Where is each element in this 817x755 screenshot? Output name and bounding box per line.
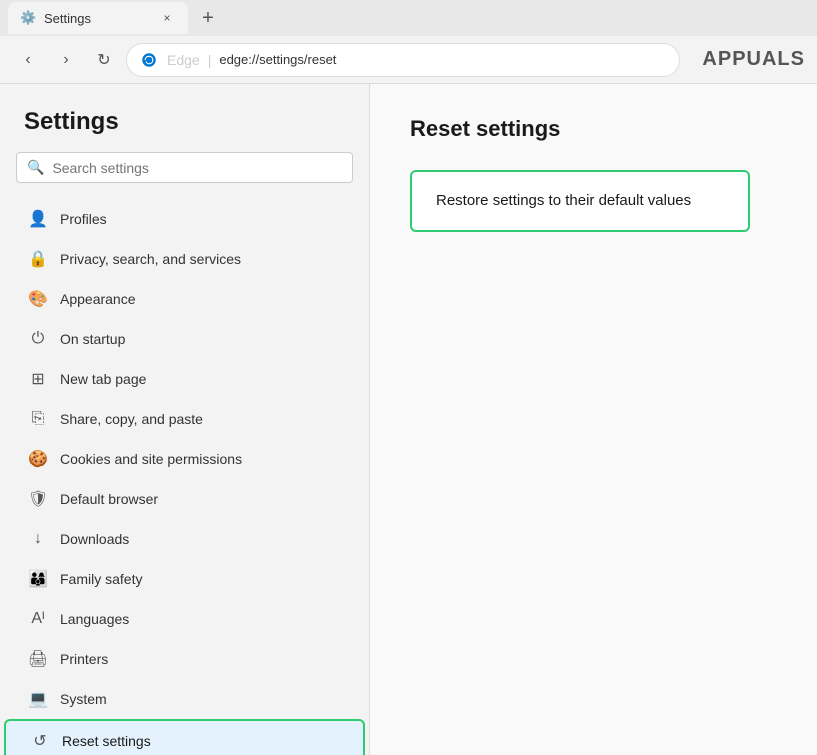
- sidebar-label-reset: Reset settings: [62, 733, 151, 749]
- share-icon: ⎘: [28, 409, 48, 429]
- address-text: edge://settings/reset: [219, 52, 667, 67]
- content-area: Settings 🔍 👤 Profiles 🔒 Privacy, search, an…: [0, 84, 817, 755]
- active-tab[interactable]: ⚙️ Settings ×: [8, 2, 188, 34]
- sidebar-label-system: System: [60, 691, 107, 707]
- sidebar-label-browser: Default browser: [60, 491, 158, 507]
- main-panel: Reset settings Restore settings to their…: [370, 84, 817, 755]
- languages-icon: Aᴵ: [28, 609, 48, 629]
- sidebar-item-cookies[interactable]: 🍪 Cookies and site permissions: [4, 439, 365, 479]
- back-button[interactable]: ‹: [12, 44, 44, 76]
- reset-icon: ↺: [30, 731, 50, 751]
- sidebar: Settings 🔍 👤 Profiles 🔒 Privacy, search, an…: [0, 84, 370, 755]
- tab-bar: ⚙️ Settings × +: [0, 0, 817, 36]
- sidebar-item-appearance[interactable]: 🎨 Appearance: [4, 279, 365, 319]
- nav-bar: ‹ › ↻ Edge | edge://settings/reset APPUA…: [0, 36, 817, 84]
- sidebar-item-printers[interactable]: 🖨 Printers: [4, 639, 365, 679]
- sidebar-item-newtab[interactable]: ⊞ New tab page: [4, 359, 365, 399]
- sidebar-label-startup: On startup: [60, 331, 125, 347]
- family-icon: 👨‍👩‍👦: [28, 569, 48, 589]
- search-icon: 🔍: [27, 159, 44, 176]
- sidebar-item-share[interactable]: ⎘ Share, copy, and paste: [4, 399, 365, 439]
- new-tab-button[interactable]: +: [192, 2, 224, 34]
- sidebar-label-languages: Languages: [60, 611, 129, 627]
- nav-right-icons: APPUALS: [694, 48, 805, 71]
- nav-items-list: 👤 Profiles 🔒 Privacy, search, and services 🎨…: [0, 199, 369, 755]
- system-icon: 💻: [28, 689, 48, 709]
- sidebar-item-family[interactable]: 👨‍👩‍👦 Family safety: [4, 559, 365, 599]
- sidebar-label-share: Share, copy, and paste: [60, 411, 203, 427]
- sidebar-label-cookies: Cookies and site permissions: [60, 451, 242, 467]
- edge-logo-icon: [139, 50, 159, 70]
- sidebar-item-languages[interactable]: Aᴵ Languages: [4, 599, 365, 639]
- sidebar-item-reset[interactable]: ↺ Reset settings: [4, 719, 365, 755]
- address-divider: Edge: [167, 52, 200, 68]
- address-bar[interactable]: Edge | edge://settings/reset: [126, 43, 680, 77]
- printers-icon: 🖨: [28, 649, 48, 669]
- panel-title: Reset settings: [410, 116, 777, 142]
- tab-close-button[interactable]: ×: [158, 9, 176, 27]
- privacy-icon: 🔒: [28, 249, 48, 269]
- newtab-icon: ⊞: [28, 369, 48, 389]
- tab-title: Settings: [44, 11, 91, 26]
- refresh-button[interactable]: ↻: [88, 44, 120, 76]
- sidebar-label-appearance: Appearance: [60, 291, 136, 307]
- sidebar-label-newtab: New tab page: [60, 371, 146, 387]
- tab-settings-icon: ⚙️: [20, 10, 36, 26]
- search-input[interactable]: [52, 160, 342, 176]
- forward-button[interactable]: ›: [50, 44, 82, 76]
- sidebar-label-privacy: Privacy, search, and services: [60, 251, 241, 267]
- sidebar-label-printers: Printers: [60, 651, 108, 667]
- profiles-icon: 👤: [28, 209, 48, 229]
- sidebar-item-downloads[interactable]: ↓ Downloads: [4, 519, 365, 559]
- sidebar-item-browser[interactable]: 🛡 Default browser: [4, 479, 365, 519]
- sidebar-label-downloads: Downloads: [60, 531, 129, 547]
- sidebar-label-family: Family safety: [60, 571, 142, 587]
- startup-icon: ⏻: [28, 329, 48, 349]
- search-box[interactable]: 🔍: [16, 152, 353, 183]
- appuals-logo: APPUALS: [702, 48, 805, 71]
- sidebar-item-privacy[interactable]: 🔒 Privacy, search, and services: [4, 239, 365, 279]
- appearance-icon: 🎨: [28, 289, 48, 309]
- downloads-icon: ↓: [28, 529, 48, 549]
- sidebar-item-startup[interactable]: ⏻ On startup: [4, 319, 365, 359]
- browser-chrome: ⚙️ Settings × + ‹ › ↻ Edge | edge://sett…: [0, 0, 817, 84]
- browser-icon: 🛡: [28, 489, 48, 509]
- address-pipe: |: [208, 52, 212, 68]
- restore-defaults-text: Restore settings to their default values: [436, 192, 691, 209]
- sidebar-item-system[interactable]: 💻 System: [4, 679, 365, 719]
- sidebar-item-profiles[interactable]: 👤 Profiles: [4, 199, 365, 239]
- sidebar-label-profiles: Profiles: [60, 211, 107, 227]
- restore-defaults-card[interactable]: Restore settings to their default values: [410, 170, 750, 232]
- cookies-icon: 🍪: [28, 449, 48, 469]
- sidebar-title: Settings: [0, 108, 369, 152]
